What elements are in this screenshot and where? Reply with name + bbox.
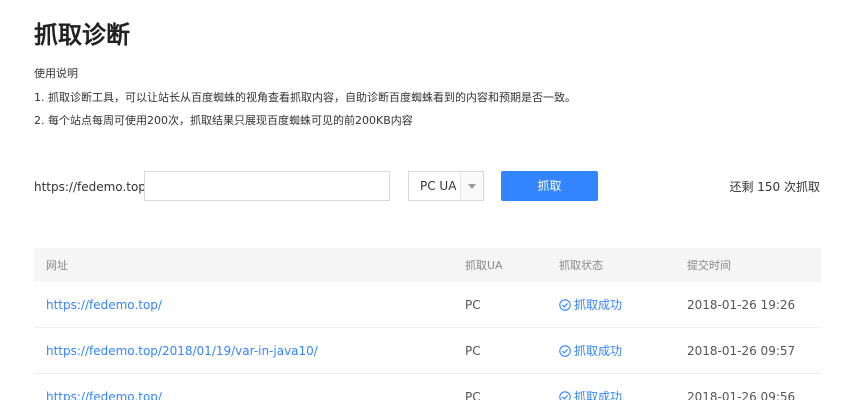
row-time: 2018-01-26 19:26 — [687, 298, 796, 312]
page-title: 抓取诊断 — [34, 21, 130, 49]
row-time: 2018-01-26 09:56 — [687, 390, 796, 400]
row-status-link[interactable]: 抓取成功 — [559, 297, 622, 313]
table-row: https://fedemo.top/ PC 抓取成功 2018-01-26 0… — [34, 374, 821, 400]
url-prefix-label: https://fedemo.top/ — [34, 180, 150, 194]
row-url-link[interactable]: https://fedemo.top/ — [46, 390, 162, 400]
ua-select-toggle[interactable] — [460, 172, 483, 200]
table-row: https://fedemo.top/2018/01/19/var-in-jav… — [34, 328, 821, 374]
row-status-link[interactable]: 抓取成功 — [559, 343, 622, 359]
row-ua: PC — [465, 390, 481, 400]
usage-heading: 使用说明 — [34, 67, 78, 80]
row-ua: PC — [465, 298, 481, 312]
row-status-text: 抓取成功 — [574, 344, 623, 358]
url-path-input[interactable] — [144, 171, 390, 201]
crawl-diagnosis-page: 抓取诊断 使用说明 1. 抓取诊断工具，可以让站长从百度蜘蛛的视角查看抓取内容，… — [0, 0, 851, 400]
row-url-link[interactable]: https://fedemo.top/2018/01/19/var-in-jav… — [46, 344, 318, 358]
header-time: 提交时间 — [687, 259, 731, 272]
check-circle-icon — [559, 299, 571, 311]
row-status-text: 抓取成功 — [574, 390, 623, 400]
ua-select-value: PC UA — [420, 179, 457, 193]
header-ua: 抓取UA — [465, 259, 503, 272]
check-circle-icon — [559, 391, 571, 400]
crawl-button[interactable]: 抓取 — [501, 171, 598, 201]
table-header: 网址 抓取UA 抓取状态 提交时间 — [34, 248, 821, 282]
row-status-text: 抓取成功 — [574, 298, 623, 312]
header-url: 网址 — [46, 259, 68, 272]
row-time: 2018-01-26 09:57 — [687, 344, 796, 358]
row-ua: PC — [465, 344, 481, 358]
row-status-link[interactable]: 抓取成功 — [559, 389, 622, 400]
usage-line-2: 2. 每个站点每周可使用200次，抓取结果只展现百度蜘蛛可见的前200KB内容 — [34, 114, 413, 127]
caret-down-icon — [468, 184, 476, 189]
remaining-count: 还剩 150 次抓取 — [729, 180, 820, 194]
usage-line-1: 1. 抓取诊断工具，可以让站长从百度蜘蛛的视角查看抓取内容，自助诊断百度蜘蛛看到… — [34, 91, 576, 104]
ua-select[interactable]: PC UA — [408, 171, 484, 201]
check-circle-icon — [559, 345, 571, 357]
row-url-link[interactable]: https://fedemo.top/ — [46, 298, 162, 312]
header-status: 抓取状态 — [559, 259, 603, 272]
table-row: https://fedemo.top/ PC 抓取成功 2018-01-26 1… — [34, 282, 821, 328]
crawl-history-table: 网址 抓取UA 抓取状态 提交时间 https://fedemo.top/ PC… — [34, 248, 821, 400]
